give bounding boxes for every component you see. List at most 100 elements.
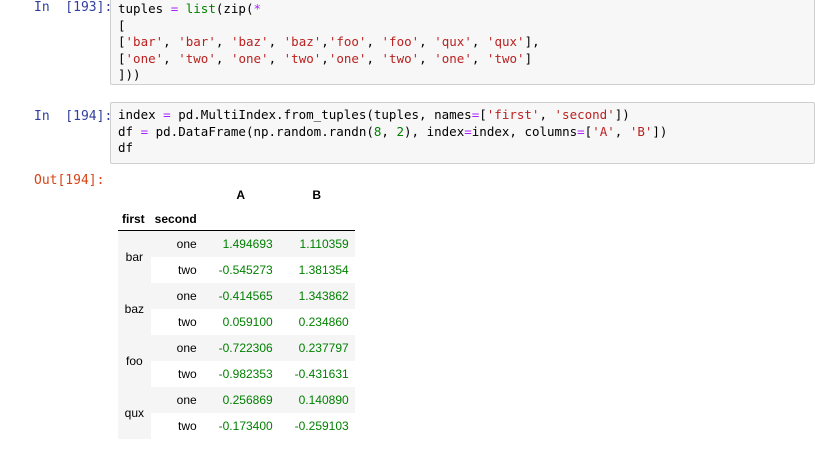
code-token: , — [614, 123, 630, 139]
code-token: , — [268, 50, 284, 66]
code-token: , — [268, 34, 284, 49]
value-cell-a: -0.414565 — [202, 283, 279, 309]
code-token: index, columns — [471, 123, 578, 139]
code-token: , — [215, 34, 231, 49]
code-token: 'one' — [125, 50, 164, 66]
code-token: tuples — [118, 1, 171, 16]
code-token: ]) — [614, 107, 630, 122]
code-cell-193[interactable]: tuples = list(zip(* [ ['bar', 'bar', 'ba… — [110, 0, 815, 85]
code-token: , — [321, 50, 329, 66]
index-second: one — [150, 387, 203, 413]
code-token: 2 — [396, 123, 405, 139]
code-token: 'bar' — [125, 34, 164, 49]
value-cell-b: -0.431631 — [294, 367, 349, 381]
code-editor[interactable]: index = pd.MultiIndex.from_tuples(tuples… — [111, 103, 814, 157]
code-token: , — [321, 34, 329, 49]
code-token: 'two' — [283, 50, 322, 66]
column-header-row: A B — [118, 186, 355, 208]
value-cell-a: 0.059100 — [222, 315, 273, 329]
code-token: pd.DataFrame(np.random.randn( — [148, 123, 374, 139]
index-second: one — [150, 283, 203, 309]
table-row: two -0.982353 -0.431631 — [118, 361, 355, 387]
value-cell-a: -0.982353 — [218, 367, 273, 381]
code-token: ), index — [404, 123, 465, 139]
empty-header-cell — [202, 208, 279, 231]
table-row: two -0.173400 -0.259103 — [118, 413, 355, 439]
table-row: bar one 1.494693 1.110359 — [118, 230, 355, 283]
code-token: 'bar' — [178, 34, 216, 49]
corner-cell — [118, 186, 151, 208]
output-prompt-194: Out[194]: — [34, 173, 105, 188]
value-cell-a: -0.545273 — [218, 263, 273, 277]
index-second: two — [178, 367, 197, 381]
code-token: [ — [118, 50, 126, 66]
code-token: , — [419, 50, 435, 66]
code-token: 'one' — [328, 50, 367, 66]
code-token: 'baz' — [283, 34, 322, 49]
code-token: 'two' — [381, 50, 420, 66]
index-second: one — [150, 230, 203, 257]
index-first-qux: qux — [118, 387, 151, 439]
code-token: 'qux' — [486, 34, 525, 49]
code-token: = — [464, 123, 472, 139]
table-row: two -0.545273 1.381354 — [118, 257, 355, 283]
code-token: , — [163, 50, 179, 66]
code-token: 'foo' — [328, 34, 367, 49]
code-token: [ — [118, 34, 126, 49]
value-cell-b: 0.140890 — [278, 387, 355, 413]
code-token: 'two' — [178, 50, 216, 66]
code-editor[interactable]: tuples = list(zip(* [ ['bar', 'bar', 'ba… — [111, 0, 814, 84]
code-token: , — [366, 34, 382, 49]
code-token: , — [366, 50, 382, 66]
code-token: 'baz' — [230, 34, 269, 49]
index-second: two — [178, 263, 197, 277]
index-second: two — [178, 419, 197, 433]
code-token: = — [140, 123, 149, 139]
column-header-a: A — [236, 188, 246, 202]
code-token: 'two' — [486, 50, 525, 66]
code-token: df — [118, 123, 141, 139]
corner-cell — [151, 186, 203, 208]
index-name-second: second — [150, 208, 203, 231]
index-first-bar: bar — [118, 230, 151, 283]
code-token: , — [215, 50, 231, 66]
index-name-first: first — [118, 208, 151, 231]
dataframe-table: A B first second bar one 1.494693 1.110359 t… — [118, 186, 355, 439]
value-cell-b: 1.381354 — [298, 263, 349, 277]
value-cell-b: 0.237797 — [278, 335, 355, 361]
code-token: pd.MultiIndex.from_tuples(tuples, names — [170, 107, 472, 122]
code-token: , — [419, 34, 435, 49]
code-token: 'second' — [554, 107, 615, 122]
input-prompt-193: In [193]: — [34, 0, 113, 15]
code-token: 'A' — [592, 123, 615, 139]
code-token: 'foo' — [381, 34, 420, 49]
code-token: ], — [524, 34, 540, 49]
empty-header-cell — [278, 208, 355, 231]
code-token: = — [577, 123, 585, 139]
code-token: ]) — [652, 123, 668, 139]
code-token: 'qux' — [434, 34, 472, 49]
code-token: , — [471, 50, 487, 66]
value-cell-b: 1.110359 — [278, 230, 355, 257]
value-cell-b: 0.234860 — [298, 315, 349, 329]
index-names-row: first second — [118, 208, 355, 231]
index-second: one — [150, 335, 203, 361]
input-prompt-194: In [194]: — [34, 109, 113, 124]
value-cell-a: 1.494693 — [202, 230, 279, 257]
table-row: two 0.059100 0.234860 — [118, 309, 355, 335]
value-cell-a: -0.173400 — [218, 419, 273, 433]
value-cell-a: -0.722306 — [202, 335, 279, 361]
index-first-foo: foo — [118, 335, 151, 387]
code-token: (zip( — [215, 1, 254, 16]
table-row: baz one -0.414565 1.343862 — [118, 283, 355, 335]
code-token: index — [118, 107, 164, 122]
code-token: ])) — [118, 67, 141, 82]
value-cell-a: 0.256869 — [202, 387, 279, 413]
code-token: , — [381, 123, 397, 139]
code-token: * — [253, 1, 262, 16]
code-token: , — [163, 34, 179, 49]
value-cell-b: 1.343862 — [278, 283, 355, 309]
value-cell-b: -0.259103 — [294, 419, 349, 433]
code-cell-194[interactable]: index = pd.MultiIndex.from_tuples(tuples… — [110, 102, 815, 164]
